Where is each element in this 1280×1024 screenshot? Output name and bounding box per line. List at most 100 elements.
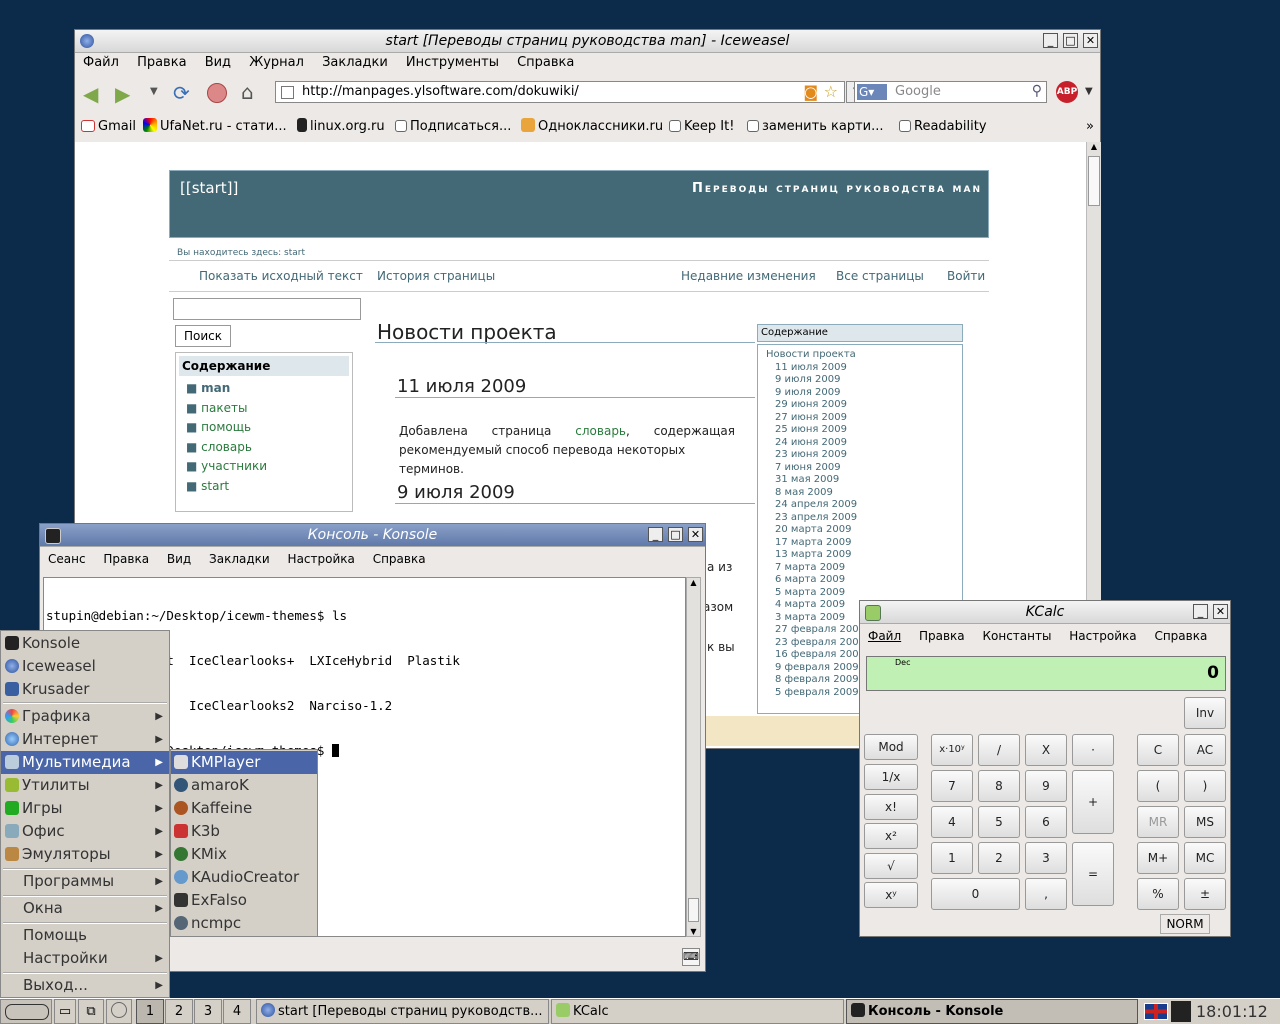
task-iceweasel[interactable]: start [Переводы страниц руководств... bbox=[256, 999, 549, 1024]
scroll-thumb[interactable] bbox=[688, 898, 699, 922]
toc-item[interactable]: 24 апреля 2009 bbox=[775, 499, 962, 512]
square-button[interactable]: x² bbox=[864, 823, 918, 849]
close-button[interactable]: ✕ bbox=[1083, 33, 1098, 48]
clock-applet-button[interactable] bbox=[106, 999, 132, 1024]
bookmark-ufanet[interactable]: UfaNet.ru - стати... bbox=[143, 116, 287, 138]
power-button[interactable]: xʸ bbox=[864, 882, 918, 908]
search-box[interactable]: G▾ Google ⚲ bbox=[854, 81, 1047, 103]
adblock-icon[interactable]: ABP bbox=[1056, 81, 1078, 103]
scroll-thumb[interactable] bbox=[1088, 156, 1100, 206]
toc-item[interactable]: 24 июня 2009 bbox=[775, 437, 962, 450]
minus-button[interactable]: · bbox=[1072, 734, 1114, 766]
home-icon[interactable]: ⌂ bbox=[241, 80, 254, 104]
digit-7-button[interactable]: 7 bbox=[931, 770, 973, 802]
workspace-3[interactable]: 3 bbox=[194, 999, 222, 1024]
menu-bookmarks[interactable]: Закладки bbox=[322, 55, 388, 70]
factorial-button[interactable]: x! bbox=[864, 794, 918, 820]
toc-link[interactable]: Новости проекта bbox=[766, 349, 962, 362]
page-history-link[interactable]: История страницы bbox=[377, 261, 495, 291]
menu-item-office[interactable]: Офис ▶ bbox=[1, 820, 169, 843]
memory-store-button[interactable]: MS bbox=[1184, 806, 1226, 838]
rss-icon[interactable]: ◙ bbox=[803, 83, 818, 101]
clear-button[interactable]: C bbox=[1137, 734, 1179, 766]
menu-item-internet[interactable]: Интернет ▶ bbox=[1, 728, 169, 751]
toc-item[interactable]: 7 июня 2009 bbox=[775, 462, 962, 475]
bookmark-odnoklassniki[interactable]: Одноклассники.ru bbox=[521, 116, 663, 138]
close-button[interactable]: ✕ bbox=[688, 527, 703, 542]
menu-edit[interactable]: Правка bbox=[103, 552, 149, 566]
toc-item[interactable]: 9 июля 2009 bbox=[775, 387, 962, 400]
menu-edit[interactable]: Правка bbox=[919, 629, 965, 643]
submenu-item-kmix[interactable]: KMix bbox=[171, 843, 317, 866]
bookmark-gmail[interactable]: Gmail bbox=[81, 116, 136, 138]
stop-icon[interactable] bbox=[207, 83, 227, 103]
adblock-dropdown-icon[interactable]: ▼ bbox=[1085, 86, 1093, 97]
workspace-1[interactable]: 1 bbox=[136, 999, 164, 1024]
menu-settings[interactable]: Настройка bbox=[1069, 629, 1136, 643]
menu-item-help[interactable]: Помощь bbox=[1, 924, 169, 947]
toc-header[interactable]: Содержание bbox=[757, 324, 963, 342]
show-source-link[interactable]: Показать исходный текст bbox=[199, 261, 363, 291]
reload-icon[interactable]: ⟳ bbox=[173, 81, 190, 105]
all-clear-button[interactable]: AC bbox=[1184, 734, 1226, 766]
scroll-up-arrow[interactable]: ▲ bbox=[687, 578, 700, 587]
menu-session[interactable]: Сеанс bbox=[48, 552, 86, 566]
menu-item-logout[interactable]: Выход... ▶ bbox=[1, 974, 169, 997]
maximize-button[interactable]: □ bbox=[668, 527, 683, 542]
bookmark-readability[interactable]: Readability bbox=[899, 116, 987, 138]
scroll-down-arrow[interactable]: ▼ bbox=[687, 927, 700, 936]
toc-item[interactable]: 25 июня 2009 bbox=[775, 424, 962, 437]
menu-file[interactable]: Файл bbox=[83, 55, 119, 70]
menu-constants[interactable]: Константы bbox=[982, 629, 1051, 643]
sidebar-item-start[interactable]: ■ start bbox=[186, 477, 352, 497]
all-pages-link[interactable]: Все страницы bbox=[836, 261, 924, 291]
menu-item-windows[interactable]: Окна ▶ bbox=[1, 897, 169, 920]
clock[interactable]: 18:01:12 bbox=[1196, 1000, 1280, 1024]
task-konsole[interactable]: Консоль - Konsole bbox=[846, 999, 1138, 1024]
menu-view[interactable]: Вид bbox=[167, 552, 191, 566]
divide-button[interactable]: / bbox=[978, 734, 1020, 766]
submenu-item-kaudiocreator[interactable]: KAudioCreator bbox=[171, 866, 317, 889]
menu-tools[interactable]: Инструменты bbox=[406, 55, 499, 70]
toc-item[interactable]: 20 марта 2009 bbox=[775, 524, 962, 537]
submenu-item-exfalso[interactable]: ExFalso bbox=[171, 889, 317, 912]
submenu-item-kaffeine[interactable]: Kaffeine bbox=[171, 797, 317, 820]
submenu-item-kmplayer[interactable]: KMPlayer bbox=[171, 751, 317, 774]
toc-item[interactable]: 31 мая 2009 bbox=[775, 474, 962, 487]
digit-9-button[interactable]: 9 bbox=[1025, 770, 1067, 802]
star-icon[interactable]: ☆ bbox=[824, 82, 838, 101]
memory-recall-button[interactable]: MR bbox=[1137, 806, 1179, 838]
equals-button[interactable]: = bbox=[1072, 842, 1114, 906]
bookmark-linuxorg[interactable]: linux.org.ru bbox=[297, 116, 385, 138]
menu-item-programs[interactable]: Программы ▶ bbox=[1, 870, 169, 893]
sidebar-item-packages[interactable]: ■ пакеты bbox=[186, 399, 352, 419]
menu-item-multimedia[interactable]: Мультимедиа ▶ bbox=[1, 751, 169, 774]
menu-help[interactable]: Справка bbox=[1154, 629, 1207, 643]
browser-titlebar[interactable]: start [Переводы страниц руководства man]… bbox=[75, 30, 1100, 53]
maximize-button[interactable]: □ bbox=[1063, 33, 1078, 48]
url-bar[interactable]: http://manpages.ylsoftware.com/dokuwiki/… bbox=[275, 81, 845, 103]
sidebar-item-man[interactable]: ■ man bbox=[186, 379, 352, 399]
toc-item[interactable]: 13 марта 2009 bbox=[775, 549, 962, 562]
sqrt-button[interactable]: √ bbox=[864, 853, 918, 879]
memory-clear-button[interactable]: MC bbox=[1184, 842, 1226, 874]
toc-item[interactable]: 5 марта 2009 bbox=[775, 587, 962, 600]
plus-minus-button[interactable]: ± bbox=[1184, 878, 1226, 910]
google-engine-icon[interactable]: G▾ bbox=[857, 84, 887, 100]
toc-item[interactable]: 17 марта 2009 bbox=[775, 537, 962, 550]
menu-edit[interactable]: Правка bbox=[137, 55, 186, 70]
digit-6-button[interactable]: 6 bbox=[1025, 806, 1067, 838]
toc-item[interactable]: 6 марта 2009 bbox=[775, 574, 962, 587]
wiki-search-input[interactable] bbox=[173, 298, 361, 320]
digit-3-button[interactable]: 3 bbox=[1025, 842, 1067, 874]
minimize-button[interactable]: _ bbox=[648, 527, 663, 542]
digit-5-button[interactable]: 5 bbox=[978, 806, 1020, 838]
submenu-item-k3b[interactable]: K3b bbox=[171, 820, 317, 843]
breadcrumb-start[interactable]: start bbox=[284, 248, 305, 258]
workspace-2[interactable]: 2 bbox=[165, 999, 193, 1024]
close-button[interactable]: ✕ bbox=[1213, 604, 1228, 619]
decimal-button[interactable]: , bbox=[1025, 878, 1067, 910]
history-dropdown-icon[interactable]: ▼ bbox=[150, 86, 158, 97]
percent-button[interactable]: % bbox=[1137, 878, 1179, 910]
toc-item[interactable]: 9 июля 2009 bbox=[775, 374, 962, 387]
